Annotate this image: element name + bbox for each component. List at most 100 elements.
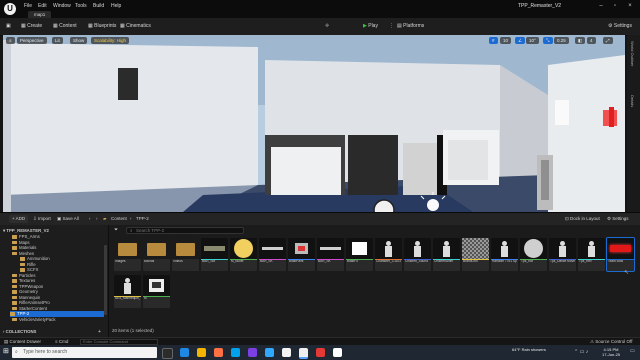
menu-help[interactable]: Help [111, 3, 121, 9]
tree-item-vehiclevarietypack[interactable]: VehicleVarietyPack [12, 317, 55, 323]
viewport-menu-icon[interactable]: ≡ [6, 37, 15, 44]
content-browser-toolbar: + ADD ⇩ Import ▣ Save All ‹ › ▰ Content … [0, 213, 640, 225]
search-input[interactable] [126, 227, 244, 234]
notification-icon[interactable]: ▭ [630, 348, 635, 354]
asset-tile[interactable]: Children_Sound [404, 238, 431, 271]
asset-tile[interactable]: Images [114, 238, 141, 271]
maximize-icon[interactable]: ▫ [610, 2, 620, 10]
rotation-snap-icon[interactable]: ∠ [515, 37, 526, 44]
history-back-icon[interactable]: ‹ [89, 215, 91, 223]
asset-tile[interactable]: BAR_SK [317, 238, 344, 271]
cmd-button[interactable]: ≡ Cmd [55, 339, 68, 344]
menu-edit[interactable]: Edit [38, 3, 47, 9]
grid-snap-icon[interactable]: # [489, 37, 498, 44]
taskbar-clock[interactable]: 4:15 PM 17-Jun-25 [602, 347, 620, 357]
add-collection-icon[interactable]: + [98, 329, 101, 335]
cmd-label: Cmd [58, 339, 69, 344]
camera-speed-icon[interactable]: ◧ [575, 37, 586, 44]
blueprints-button[interactable]: ▦ Blueprints [85, 21, 119, 31]
breadcrumb-content[interactable]: Content [111, 215, 127, 223]
visual-studio-icon[interactable] [248, 348, 257, 357]
weather-widget[interactable]: 64°F Rain showers [512, 347, 572, 352]
map-tab[interactable]: map1 [28, 11, 52, 18]
menu-build[interactable]: Build [93, 3, 104, 9]
asset-tile[interactable]: Tps_Rot [520, 238, 547, 271]
add-button[interactable]: + ADD [9, 215, 29, 223]
asset-tile[interactable]: BlastFX [346, 238, 373, 271]
app-icon-white[interactable] [333, 348, 342, 357]
asset-tile[interactable]: ChildrenAnim [433, 238, 460, 271]
asset-tile[interactable]: M_Bullet [230, 238, 257, 271]
file-explorer-icon[interactable] [197, 348, 206, 357]
asset-tile[interactable]: BlastPaint [288, 238, 315, 271]
transform-icon[interactable]: ✥ [322, 21, 332, 31]
scalability-label: Scalability: High [94, 38, 127, 43]
perspective-button[interactable]: Perspective [17, 37, 47, 44]
close-icon[interactable]: × [625, 2, 635, 10]
details-tab[interactable]: Details [630, 95, 635, 107]
unreal-logo-icon[interactable]: U [4, 3, 16, 15]
edge-icon[interactable] [180, 348, 189, 357]
asset-tile[interactable]: Tps_Dance Move [549, 238, 576, 271]
rotation-snap-value[interactable]: 10° [526, 37, 539, 44]
breadcrumb-tpp2[interactable]: TPP-2 [136, 215, 149, 223]
lit-button[interactable]: Lit [52, 37, 63, 44]
show-button[interactable]: Show [70, 37, 88, 44]
store-icon[interactable] [231, 348, 240, 357]
history-forward-icon[interactable]: › [96, 215, 98, 223]
taskbar-search[interactable]: Type here to search [12, 347, 157, 358]
minimize-icon[interactable]: – [596, 2, 606, 10]
project-root[interactable]: ▾ TPP_REMASTER_V2 [3, 228, 49, 234]
import-button[interactable]: ⇩ Import [33, 215, 51, 223]
photoshop-icon[interactable] [265, 348, 274, 357]
asset-tile[interactable]: BrandGrid [462, 238, 489, 271]
play-label: Play [368, 23, 378, 29]
scale-snap-value[interactable]: 0.25 [554, 37, 569, 44]
scalability-button[interactable]: Scalability: High [91, 37, 130, 44]
dock-in-layout-button[interactable]: ⊡ Dock in Layout [565, 215, 600, 223]
asset-tile[interactable]: UE4_Mannequin_Skeleton [114, 275, 141, 308]
asset-tile[interactable]: Character_C1103 [375, 238, 402, 271]
asset-tile[interactable]: BAR_SK [259, 238, 286, 271]
grid-snap-value[interactable]: 10 [500, 37, 512, 44]
asset-tile[interactable]: Tps_Rev [578, 238, 605, 271]
world-outliner-tab[interactable]: World Outliner [630, 41, 635, 67]
cinematics-button[interactable]: ▦ Cinematics [117, 21, 154, 31]
filter-icon[interactable]: ⏷ [114, 227, 118, 233]
level-viewport[interactable]: ≡ Perspective Lit Show Scalability: High… [3, 35, 625, 212]
cb-settings-button[interactable]: ⚙ Settings [607, 215, 629, 223]
settings-button[interactable]: ⚙ Settings [605, 21, 635, 31]
cursor-icon: ↖ [624, 270, 630, 276]
title-bar: U File Edit Window Tools Build Help map1… [0, 0, 640, 18]
app-icon-red[interactable] [316, 348, 325, 357]
console-input[interactable] [80, 338, 158, 345]
create-button[interactable]: ▦ Create [18, 21, 45, 31]
maximize-viewport-icon[interactable]: ⤢ [603, 37, 613, 44]
windows-start-icon[interactable]: ⊞ [3, 348, 10, 355]
clock-date: 17-Jun-25 [602, 352, 621, 357]
task-view-icon[interactable] [162, 348, 173, 359]
menu-window[interactable]: Window [53, 3, 71, 9]
asset-tile[interactable]: BAR_SM [201, 238, 228, 271]
save-icon[interactable]: ▣ [3, 21, 14, 31]
scale-snap-icon[interactable]: ⤡ [543, 37, 553, 44]
app-icon[interactable] [214, 348, 223, 357]
asset-tile[interactable]: Random 7761 Sp [491, 238, 518, 271]
menu-tools[interactable]: Tools [75, 3, 87, 9]
tree-scrollbar[interactable] [104, 245, 107, 315]
content-button[interactable]: ▦ Content [50, 21, 80, 31]
camera-speed-value[interactable]: 4 [587, 37, 596, 44]
platforms-button[interactable]: ▤ Platforms [394, 21, 427, 31]
collections-header[interactable]: › COLLECTIONS [3, 329, 36, 335]
asset-tile[interactable]: sounds [143, 238, 170, 271]
save-all-button[interactable]: ▣ Save All [57, 215, 79, 223]
asset-tile[interactable]: M [143, 275, 170, 308]
menu-file[interactable]: File [24, 3, 32, 9]
play-button[interactable]: ▶ Play [360, 21, 381, 31]
tree-label: Materials [19, 245, 37, 250]
chrome-icon[interactable] [282, 348, 291, 357]
system-tray-icons[interactable]: ⌃ ▭ ♪ [574, 349, 588, 355]
asset-tile[interactable]: Videos [172, 238, 199, 271]
asset-tile-selected[interactable]: Team Bots [606, 237, 635, 272]
unreal-engine-taskbar-icon[interactable] [299, 348, 308, 359]
